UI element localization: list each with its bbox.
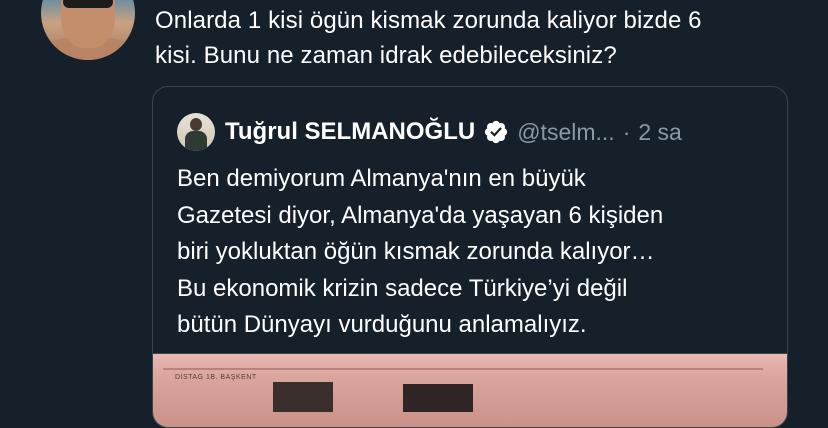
quoted-user-avatar[interactable] xyxy=(177,113,215,151)
tweet-text-line: kisi. Bunu ne zaman idrak edebileceksini… xyxy=(155,42,617,69)
media-photo-block xyxy=(403,384,473,412)
quoted-tweet-media[interactable]: DİSTAG 1B. BAŞKENT xyxy=(153,353,787,427)
media-caption: DİSTAG 1B. BAŞKENT xyxy=(175,374,257,381)
quoted-text-line: Gazetesi diyor, Almanya'da yaşayan 6 kiş… xyxy=(177,201,664,229)
tweet-text-line: Onlarda 1 kisi ögün kismak zorunda kaliy… xyxy=(155,7,702,34)
quoted-text-line: Bu ekonomik krizin sadece Türkiye’yi değ… xyxy=(177,274,628,302)
quoted-text-line: biri yokluktan öğün kısmak zorunda kalıy… xyxy=(177,238,655,265)
user-avatar[interactable] xyxy=(41,0,135,60)
quoted-tweet-text: Ben demiyorum Almanya'nın en büyük Gazet… xyxy=(177,161,767,344)
quoted-text-line: Ben demiyorum Almanya'nın en büyük xyxy=(177,165,586,192)
quoted-text-line: bütün Dünyayı vurduğunu anlamalıyız. xyxy=(177,311,587,338)
quoted-avatar-head xyxy=(190,118,202,131)
media-newspaper-rule xyxy=(163,368,763,370)
verified-badge-icon xyxy=(485,120,508,144)
tweet-text: Onlarda 1 kisi ögün kismak zorunda kaliy… xyxy=(155,3,805,73)
quoted-user-handle[interactable]: @tselm... xyxy=(517,119,614,146)
quoted-user-name[interactable]: Tuğrul SELMANOĞLU xyxy=(225,118,475,146)
quoted-avatar-body xyxy=(185,131,207,151)
quoted-tweet-card[interactable]: Tuğrul SELMANOĞLU @tselm... · 2 sa Ben d… xyxy=(152,86,788,428)
quoted-tweet-time[interactable]: 2 sa xyxy=(638,119,681,146)
separator-dot: · xyxy=(622,118,631,145)
media-photo-block xyxy=(273,382,333,412)
avatar-sunglasses xyxy=(63,0,113,8)
quoted-tweet-header: Tuğrul SELMANOĞLU @tselm... · 2 sa xyxy=(177,113,682,151)
